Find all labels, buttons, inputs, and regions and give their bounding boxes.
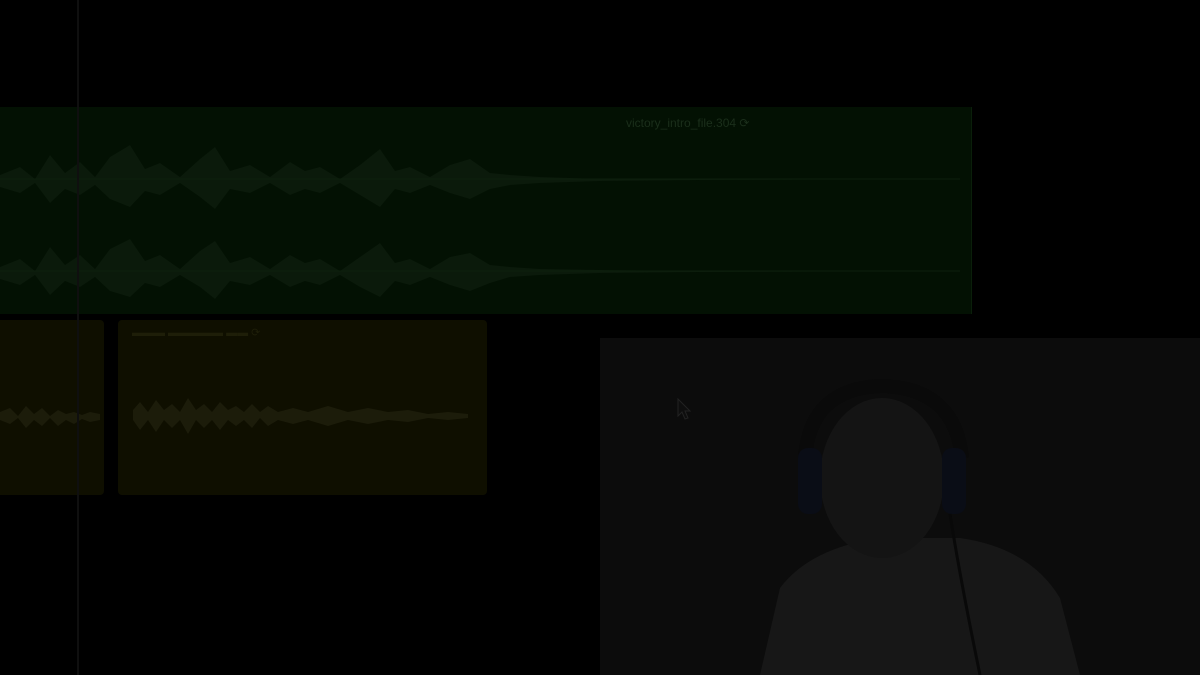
person-headphones-icon <box>760 378 1080 675</box>
arrow-cursor-icon <box>677 398 692 420</box>
voice-audio-clip-b[interactable]: ▬▬▬ ▬▬▬▬▬ ▬▬ ⟳ <box>118 320 487 495</box>
music-audio-clip[interactable]: victory_intro_file.304 ⟳ <box>0 107 972 314</box>
voice-a-waveform <box>0 406 100 428</box>
webcam-overlay <box>600 338 1200 675</box>
voice-b-waveform <box>133 398 468 434</box>
voice-audio-clip-a[interactable] <box>0 320 104 495</box>
playhead[interactable] <box>77 0 79 675</box>
music-waveform <box>0 145 960 299</box>
